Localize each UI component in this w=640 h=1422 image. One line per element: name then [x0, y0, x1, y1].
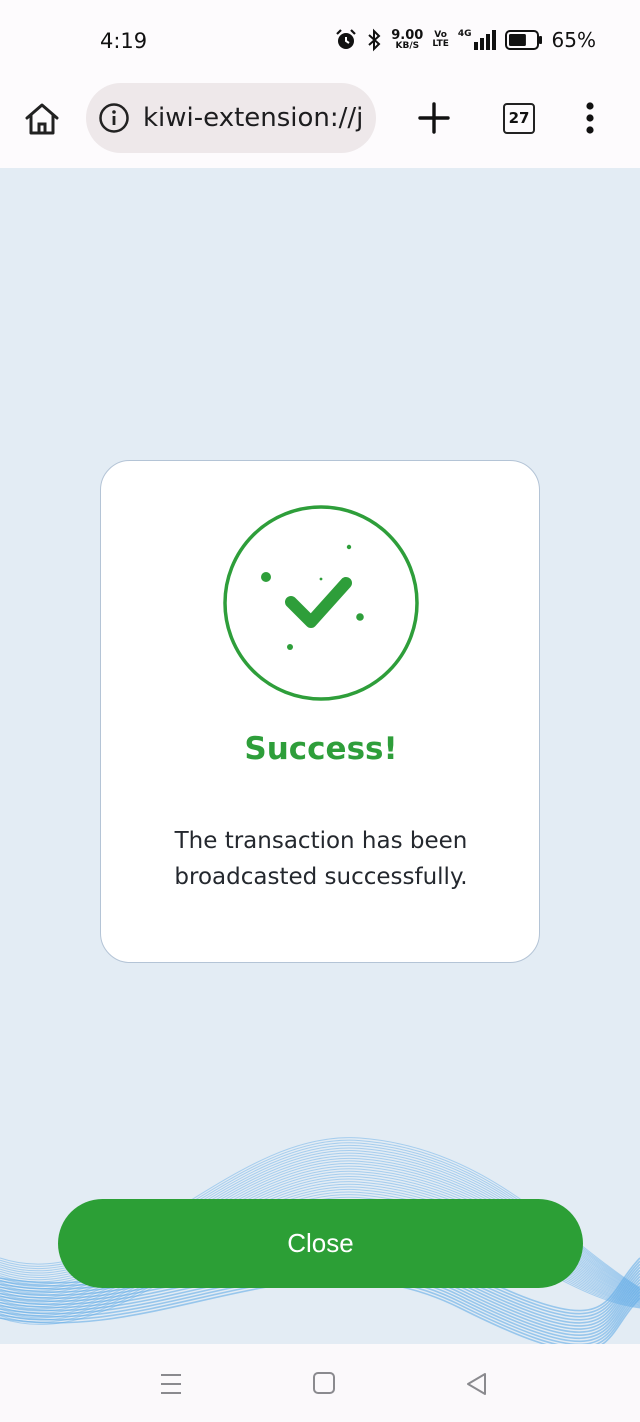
signal-icon	[473, 30, 496, 50]
back-icon	[467, 1373, 486, 1395]
tab-switcher-button[interactable]: 27	[503, 103, 535, 134]
signal-indicator: 4G	[458, 30, 496, 50]
dialog-title: Success!	[244, 731, 398, 767]
address-bar[interactable]: kiwi-extension://jl	[86, 83, 376, 153]
browser-menu-button[interactable]	[578, 100, 602, 136]
system-home-button[interactable]	[312, 1371, 336, 1395]
status-time: 4:19	[100, 29, 148, 53]
plus-icon	[418, 102, 450, 134]
network-type: 4G	[457, 29, 472, 39]
home-square-icon	[313, 1372, 335, 1394]
home-icon	[25, 103, 59, 135]
system-back-button[interactable]	[464, 1371, 490, 1397]
close-button[interactable]: Close	[58, 1199, 583, 1288]
data-speed: 9.00 KB/S	[391, 28, 424, 51]
battery-percent: 65%	[551, 28, 596, 52]
new-tab-button[interactable]	[416, 100, 452, 136]
dialog-message: The transaction has been broadcasted suc…	[174, 828, 468, 890]
page-content: Success! The transaction has been broadc…	[0, 168, 640, 1344]
status-bar: 4:19 9.00 KB/S Vo LTE 4G 65%	[0, 0, 640, 80]
volte-indicator: Vo LTE	[432, 30, 449, 49]
status-icons: 9.00 KB/S Vo LTE 4G 65%	[335, 28, 596, 52]
url-text[interactable]: kiwi-extension://jl	[143, 103, 365, 133]
info-icon[interactable]	[98, 102, 130, 134]
recents-icon	[161, 1374, 181, 1394]
more-vertical-icon	[586, 102, 594, 134]
home-button[interactable]	[22, 99, 62, 139]
recents-button[interactable]	[158, 1371, 184, 1397]
check-circle-icon	[223, 505, 419, 701]
bluetooth-icon	[368, 28, 381, 52]
alarm-icon	[336, 29, 357, 49]
success-dialog: Success! The transaction has been broadc…	[100, 460, 540, 963]
battery-icon	[504, 30, 542, 50]
